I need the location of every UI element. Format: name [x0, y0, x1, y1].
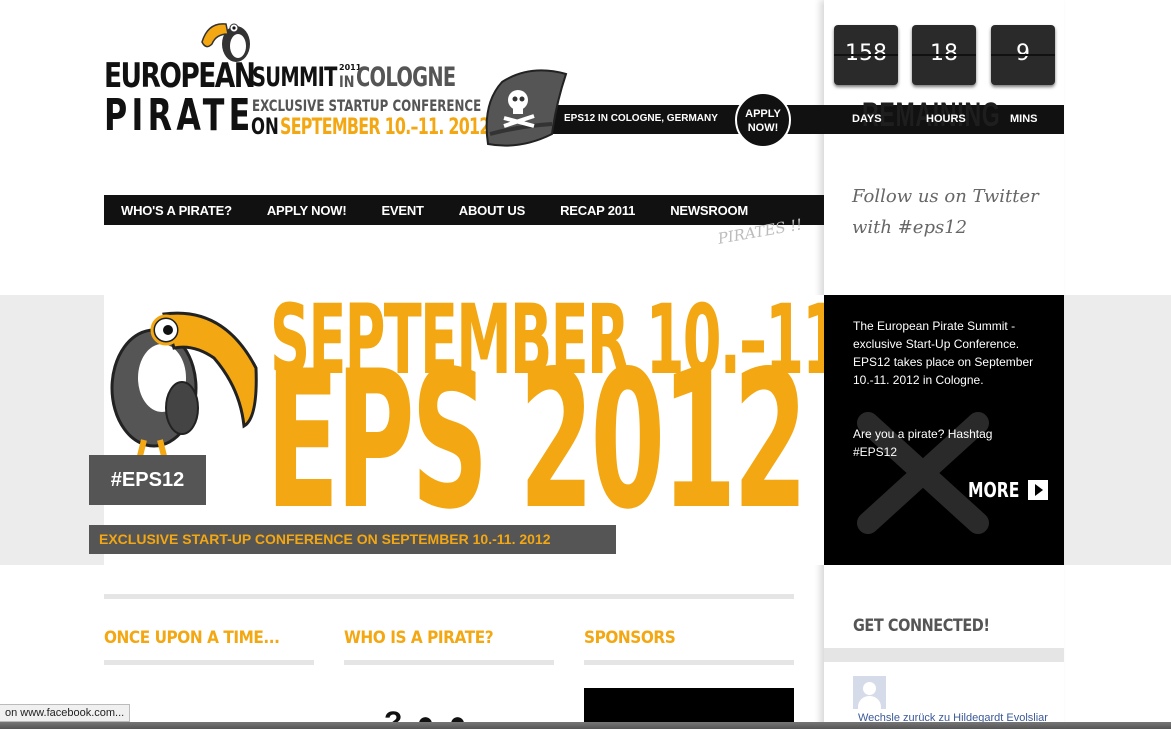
info-text-2: Are you a pirate? Hashtag #EPS12 [853, 427, 993, 459]
logo-summit: SUMMIT [252, 62, 337, 93]
nav-item-newsroom[interactable]: NEWSROOM [670, 203, 748, 218]
bottom-dark-strip [0, 722, 1171, 729]
section-who-is-pirate[interactable]: WHO IS A PIRATE? [344, 628, 494, 648]
logo-in: IN [339, 72, 355, 91]
nav-item-apply-now[interactable]: APPLY NOW! [267, 203, 347, 218]
logo-tagline: EXCLUSIVE STARTUP CONFERENCE [252, 96, 482, 115]
browser-status-bar: on www.facebook.com... [0, 704, 131, 722]
hero-title: EPS 2012 [266, 330, 808, 551]
hero-subtitle-bar: EXCLUSIVE START-UP CONFERENCE ON SEPTEMB… [89, 525, 616, 554]
days-label: DAYS [852, 113, 882, 125]
nav-item-about-us[interactable]: ABOUT US [459, 203, 525, 218]
section-sponsors[interactable]: SPONSORS [584, 628, 676, 648]
more-label: MORE [968, 478, 1020, 502]
once-underline [104, 660, 314, 665]
logo-on: ON [251, 115, 279, 140]
logo-cologne: COLOGNE [356, 62, 456, 93]
facebook-avatar[interactable] [853, 676, 886, 709]
nav-item-recap-2011[interactable]: RECAP 2011 [560, 203, 635, 218]
who-underline [344, 660, 554, 665]
countdown-mins: 9 [991, 25, 1055, 85]
info-box: The European Pirate Summit - exclusive S… [824, 295, 1064, 565]
countdown-hours: 18 [912, 25, 976, 85]
play-arrow-icon [1028, 480, 1048, 500]
content-divider [104, 594, 794, 599]
sponsors-underline [584, 660, 794, 665]
nav-item-whos-a-pirate[interactable]: WHO'S A PIRATE? [121, 203, 232, 218]
logo-pirate: PIRATE [104, 90, 255, 141]
apply-label-2: NOW! [747, 122, 779, 134]
hashtag-badge[interactable]: #EPS12 [89, 455, 206, 505]
countdown-days: 158 [834, 25, 898, 85]
nav-item-event[interactable]: EVENT [381, 203, 424, 218]
get-connected-heading: GET CONNECTED! [853, 616, 990, 636]
banner-location-text: EPS12 IN COLOGNE, GERMANY [564, 113, 718, 124]
twitter-follow-line1[interactable]: Follow us on Twitter [852, 186, 1039, 207]
info-text-1: The European Pirate Summit - exclusive S… [853, 319, 1034, 387]
hours-label: HOURS [926, 113, 966, 125]
connected-bar [824, 648, 1064, 662]
section-once-upon[interactable]: ONCE UPON A TIME... [104, 628, 280, 648]
more-button[interactable]: MORE [968, 478, 1048, 502]
main-nav: WHO'S A PIRATE? APPLY NOW! EVENT ABOUT U… [104, 195, 824, 225]
mins-label: MINS [1010, 113, 1038, 125]
pirate-hat-icon [485, 69, 568, 147]
apply-label-1: APPLY [745, 108, 781, 120]
toucan-mascot-icon [110, 311, 258, 457]
crossbones-icon [857, 412, 989, 534]
logo-dates: SEPTEMBER 10.–11. 2012 [280, 115, 490, 140]
twitter-follow-line2[interactable]: with #eps12 [852, 217, 967, 238]
apply-now-badge[interactable]: APPLY NOW! [735, 92, 791, 148]
